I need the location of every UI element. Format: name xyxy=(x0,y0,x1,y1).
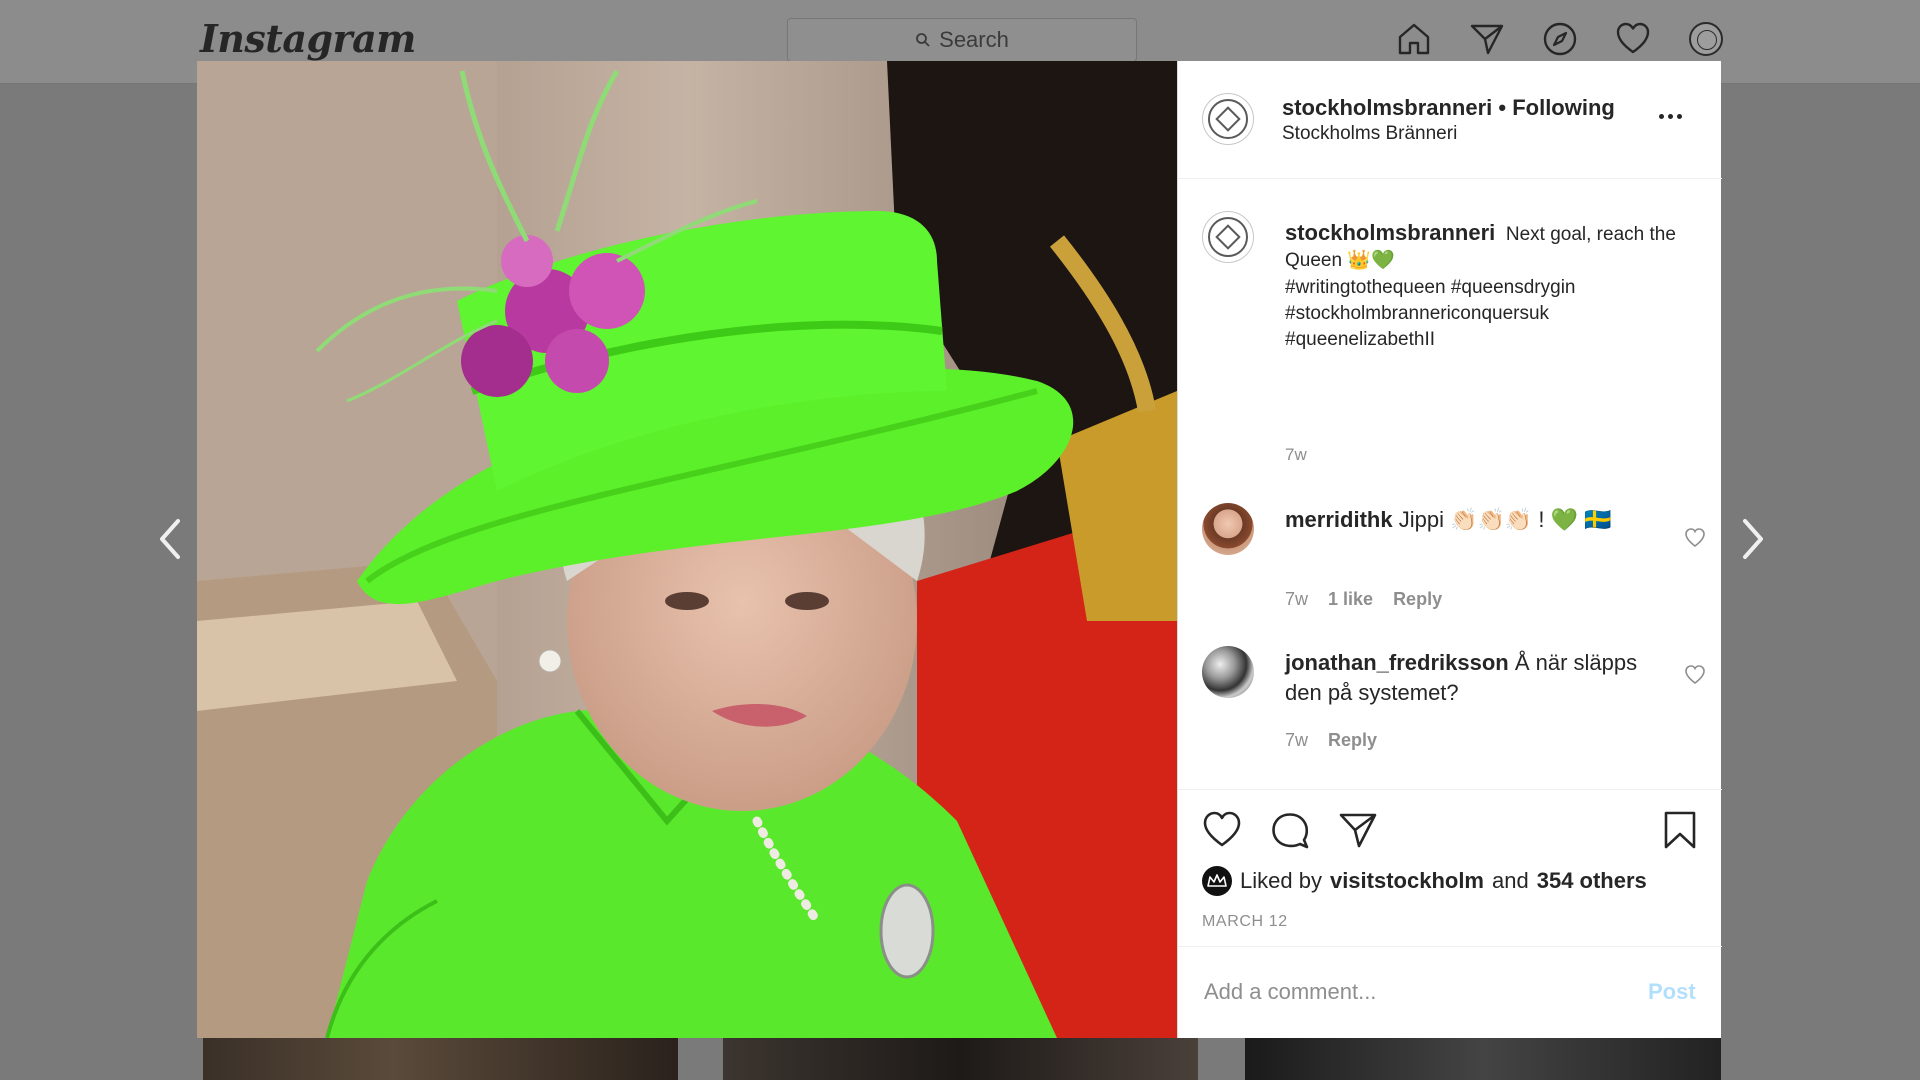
post-photo-illustration xyxy=(197,61,1177,1038)
comment-timestamp: 7w xyxy=(1285,589,1309,609)
caption-username[interactable]: stockholmsbranneri xyxy=(1285,220,1495,245)
grid-thumbnail[interactable] xyxy=(1245,1037,1721,1080)
post-modal: stockholmsbranneri • Following Stockholm… xyxy=(197,61,1722,1039)
caption-timestamp: 7w xyxy=(1285,445,1307,464)
heart-icon xyxy=(1685,665,1705,685)
liker-avatar[interactable] xyxy=(1202,866,1232,896)
comment-input[interactable] xyxy=(1202,969,1606,1015)
grid-thumbnail[interactable] xyxy=(203,1037,678,1080)
author-avatar[interactable] xyxy=(1202,93,1254,145)
comment-likes[interactable]: 1 like xyxy=(1328,589,1373,610)
chevron-right-icon xyxy=(1743,519,1763,559)
caption: stockholmsbranneri Next goal, reach the … xyxy=(1285,220,1685,274)
post-location[interactable]: Stockholms Bränneri xyxy=(1282,123,1457,145)
more-dot-icon xyxy=(1658,113,1664,119)
liked-by-conjunction: and xyxy=(1492,868,1529,893)
post-header: stockholmsbranneri • Following Stockholm… xyxy=(1178,61,1722,179)
liked-by-others[interactable]: 354 others xyxy=(1537,868,1647,894)
save-button[interactable] xyxy=(1660,810,1700,850)
liked-by-prefix: Liked by xyxy=(1240,868,1322,893)
search-icon xyxy=(916,33,930,47)
grid-thumbnail[interactable] xyxy=(723,1037,1198,1080)
bookmark-icon xyxy=(1664,811,1696,849)
comment-icon xyxy=(1272,813,1309,849)
nav-icons xyxy=(1395,20,1725,58)
liked-by-user[interactable]: visitstockholm xyxy=(1330,868,1484,894)
direct-icon[interactable] xyxy=(1468,20,1506,58)
crown-icon xyxy=(1207,874,1227,887)
post-photo[interactable] xyxy=(197,61,1177,1038)
heart-icon xyxy=(1685,528,1705,548)
comment-like-button[interactable] xyxy=(1684,527,1706,549)
comment-username[interactable]: merridithk xyxy=(1285,507,1393,532)
instagram-logo[interactable]: Instagram xyxy=(200,16,416,61)
previous-post-button[interactable] xyxy=(150,515,190,563)
home-icon[interactable] xyxy=(1395,20,1433,58)
next-post-button[interactable] xyxy=(1733,515,1773,563)
add-comment-bar: Post xyxy=(1178,946,1722,1039)
heart-icon xyxy=(1203,811,1241,847)
explore-icon[interactable] xyxy=(1541,20,1579,58)
author-username[interactable]: stockholmsbranneri • Following xyxy=(1282,95,1615,121)
activity-heart-icon[interactable] xyxy=(1614,20,1652,58)
comment-body: merridithk Jippi 👏🏻👏🏻👏🏻 ! 💚 🇸🇪 xyxy=(1285,505,1665,535)
comment-timestamp: 7w xyxy=(1285,730,1309,750)
reply-button[interactable]: Reply xyxy=(1328,730,1377,751)
comment-meta: 7w 1 like Reply xyxy=(1285,589,1442,610)
comment-body: jonathan_fredriksson Å när släpps den på… xyxy=(1285,648,1665,708)
comment-button[interactable] xyxy=(1270,810,1310,850)
more-dot-icon xyxy=(1667,113,1673,119)
more-dot-icon xyxy=(1676,113,1682,119)
likes-summary: Liked by visitstockholm and 354 others xyxy=(1202,866,1647,896)
post-comment-button[interactable]: Post xyxy=(1648,979,1696,1005)
commenter-avatar[interactable] xyxy=(1202,646,1254,698)
profile-avatar-image xyxy=(1689,22,1723,56)
post-details-panel: stockholmsbranneri • Following Stockholm… xyxy=(1177,61,1722,1039)
commenter-avatar[interactable] xyxy=(1202,503,1254,555)
profile-avatar[interactable] xyxy=(1687,20,1725,58)
chevron-left-icon xyxy=(160,519,180,559)
share-icon xyxy=(1339,813,1377,848)
post-date[interactable]: MARCH 12 xyxy=(1202,913,1288,931)
search-box[interactable]: Search xyxy=(787,18,1137,62)
search-placeholder: Search xyxy=(939,27,1009,52)
comment-username[interactable]: jonathan_fredriksson xyxy=(1285,650,1509,675)
comment-text: Jippi 👏🏻👏🏻👏🏻 ! 💚 🇸🇪 xyxy=(1398,507,1612,532)
share-button[interactable] xyxy=(1338,810,1378,850)
like-button[interactable] xyxy=(1202,810,1242,850)
reply-button[interactable]: Reply xyxy=(1393,589,1442,610)
comment-meta: 7w Reply xyxy=(1285,730,1377,751)
comment-like-button[interactable] xyxy=(1684,664,1706,686)
caption-avatar[interactable] xyxy=(1202,211,1254,263)
caption-hashtags[interactable]: #writingtothequeen #queensdrygin #stockh… xyxy=(1285,275,1685,353)
action-icons xyxy=(1202,810,1378,850)
more-options-button[interactable] xyxy=(1652,101,1688,131)
